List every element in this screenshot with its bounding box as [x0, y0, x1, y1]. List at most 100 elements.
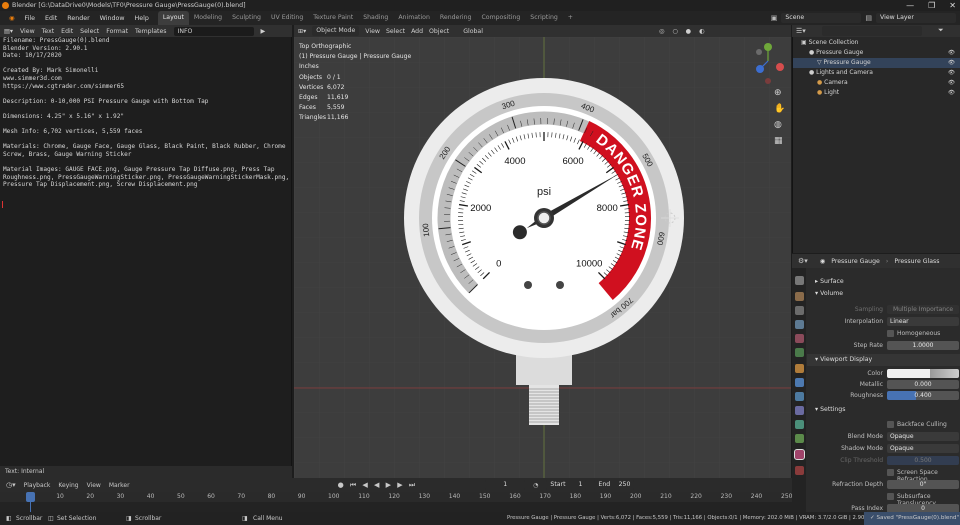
tool-tab-icon[interactable]	[795, 276, 804, 285]
te-menu-text[interactable]: Text	[42, 28, 55, 35]
tl-menu-marker[interactable]: Marker	[109, 482, 130, 489]
visibility-eye-icon[interactable]: 👁	[948, 78, 955, 88]
color-swatch[interactable]	[887, 369, 959, 378]
te-menu-format[interactable]: Format	[106, 28, 128, 35]
timeline-ruler[interactable]: 0102030405060708090100110120130140150160…	[0, 492, 792, 502]
visibility-eye-icon[interactable]: 👁	[948, 48, 955, 58]
shadow-mode-dropdown[interactable]: Opaque	[887, 444, 959, 453]
outliner-search-field[interactable]	[822, 26, 922, 36]
current-frame-field[interactable]: 1	[485, 480, 526, 490]
view-layer-tab-icon[interactable]	[795, 320, 804, 329]
maximize-icon[interactable]: ❐	[928, 0, 935, 11]
tab-rendering[interactable]: Rendering	[435, 11, 477, 25]
playhead-marker[interactable]	[26, 492, 35, 502]
3d-viewport[interactable]: 0 2000 4000 6000 8000 10000 100 200 300 400 500 600…	[294, 37, 791, 478]
filter-icon[interactable]: ⏷	[938, 26, 944, 35]
tab-sculpting[interactable]: Sculpting	[227, 11, 266, 25]
outliner-item[interactable]: ● Light 👁	[793, 88, 960, 98]
particles-tab-icon[interactable]	[795, 392, 804, 401]
vp-menu-add[interactable]: Add	[411, 28, 423, 35]
editor-type-icon[interactable]: ▤▾	[4, 28, 13, 35]
close-icon[interactable]: ✕	[949, 0, 956, 11]
blend-mode-dropdown[interactable]: Opaque	[887, 432, 959, 441]
perspective-grid-icon[interactable]: ▦	[774, 136, 783, 146]
menu-help[interactable]: Help	[130, 15, 154, 22]
texture-tab-icon[interactable]	[795, 466, 804, 475]
subsurface-checkbox[interactable]	[887, 493, 894, 500]
menu-render[interactable]: Render	[62, 15, 94, 22]
section-volume[interactable]: ▾ Volume	[807, 288, 960, 300]
tab-modeling[interactable]: Modeling	[189, 11, 227, 25]
te-menu-edit[interactable]: Edit	[61, 28, 73, 35]
outliner[interactable]: ▣ Scene Collection ● Pressure Gauge 👁 ▽ Pre…	[792, 25, 960, 253]
text-content[interactable]: Filename: PressGauge(0).blend Blender Ver…	[3, 37, 289, 189]
homogeneous-checkbox[interactable]	[887, 330, 894, 337]
blender-menu-icon[interactable]: ◉	[4, 15, 20, 22]
section-viewport-display[interactable]: ▾ Viewport Display	[807, 354, 960, 366]
properties-editor[interactable]: ▸ Surface ▾ Volume Sampling Multiple Impo…	[792, 254, 960, 512]
scene-field[interactable]: Scene	[781, 13, 862, 23]
roughness-slider[interactable]: 0.400	[887, 391, 959, 400]
te-menu-templates[interactable]: Templates	[135, 28, 166, 35]
playback-controls[interactable]: ● ⏮ ◀ ◀ ▶ ▶ ⏭	[338, 481, 418, 490]
object-tab-icon[interactable]	[795, 364, 804, 373]
tab-compositing[interactable]: Compositing	[476, 11, 525, 25]
outliner-type-icon[interactable]: ☰▾	[796, 27, 806, 35]
visibility-eye-icon[interactable]: 👁	[948, 88, 955, 98]
tab-layout[interactable]: Layout	[157, 11, 189, 25]
end-frame-field[interactable]: End 250	[594, 480, 635, 490]
menu-file[interactable]: File	[20, 15, 41, 22]
timeline-type-icon[interactable]: ◷▾	[6, 481, 16, 489]
step-rate-field[interactable]: 1.0000	[887, 341, 959, 350]
scene-tab-icon[interactable]	[795, 334, 804, 343]
tl-menu-keying[interactable]: Keying	[58, 482, 78, 489]
orientation-dropdown[interactable]: Global	[463, 28, 483, 35]
tl-menu-playback[interactable]: Playback	[24, 482, 51, 489]
menu-edit[interactable]: Edit	[40, 15, 62, 22]
pan-hand-icon[interactable]: ✋	[774, 102, 785, 114]
add-workspace-button[interactable]: +	[563, 11, 578, 25]
section-surface[interactable]: ▸ Surface	[807, 276, 960, 288]
outliner-item[interactable]: ● Lights and Camera 👁	[793, 68, 960, 78]
visibility-eye-icon[interactable]: 👁	[948, 58, 955, 68]
start-frame-field[interactable]: Start 1	[546, 480, 587, 490]
tab-scripting[interactable]: Scripting	[525, 11, 563, 25]
material-tab-icon[interactable]	[794, 449, 805, 460]
zoom-icon[interactable]: ⊕	[774, 88, 782, 98]
ssr-checkbox[interactable]	[887, 469, 894, 476]
modifier-tab-icon[interactable]	[795, 378, 804, 387]
vp-menu-view[interactable]: View	[365, 28, 380, 35]
pass-index-field[interactable]: 0	[887, 504, 959, 512]
properties-type-icon[interactable]: ⚙▾	[798, 257, 808, 265]
tab-uv-editing[interactable]: UV Editing	[266, 11, 308, 25]
data-tab-icon[interactable]	[795, 434, 804, 443]
run-script-icon[interactable]: ▶	[261, 28, 266, 35]
view-layer-field[interactable]: View Layer	[876, 13, 956, 23]
te-menu-view[interactable]: View	[20, 28, 35, 35]
text-name-field[interactable]: INFO	[173, 26, 254, 36]
output-tab-icon[interactable]	[795, 306, 804, 315]
viewport-type-icon[interactable]: ⊞▾	[298, 28, 306, 35]
tab-shading[interactable]: Shading	[358, 11, 393, 25]
outliner-item[interactable]: ● Camera 👁	[793, 78, 960, 88]
interpolation-dropdown[interactable]: Linear	[887, 317, 959, 326]
shading-icons[interactable]: ◎ ○ ● ◐	[659, 28, 708, 35]
outliner-item[interactable]: ▽ Pressure Gauge 👁	[793, 58, 960, 68]
backface-checkbox[interactable]	[887, 421, 894, 428]
te-menu-select[interactable]: Select	[80, 28, 99, 35]
tab-animation[interactable]: Animation	[393, 11, 435, 25]
physics-tab-icon[interactable]	[795, 406, 804, 415]
vp-menu-object[interactable]: Object	[429, 28, 449, 35]
section-settings[interactable]: ▾ Settings	[807, 404, 960, 416]
constraints-tab-icon[interactable]	[795, 420, 804, 429]
menu-window[interactable]: Window	[95, 15, 130, 22]
tab-texture-paint[interactable]: Texture Paint	[308, 11, 358, 25]
outliner-item[interactable]: ● Pressure Gauge 👁	[793, 48, 960, 58]
outliner-item[interactable]: ▣ Scene Collection	[793, 38, 960, 48]
tl-menu-view[interactable]: View	[87, 482, 101, 489]
visibility-eye-icon[interactable]: 👁	[948, 68, 955, 78]
render-tab-icon[interactable]	[795, 292, 804, 301]
metallic-slider[interactable]: 0.000	[887, 380, 959, 389]
world-tab-icon[interactable]	[795, 348, 804, 357]
vp-menu-select[interactable]: Select	[386, 28, 405, 35]
